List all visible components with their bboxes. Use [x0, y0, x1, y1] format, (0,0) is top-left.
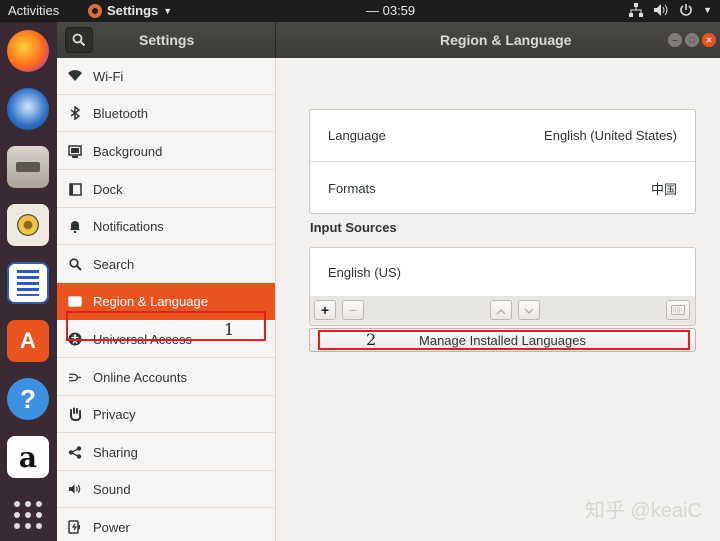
- sidebar-item-label: Search: [93, 256, 135, 272]
- sidebar-item-background[interactable]: Background: [57, 133, 275, 170]
- language-value: English (United States): [544, 128, 677, 143]
- sidebar-item-wifi[interactable]: Wi-Fi: [57, 58, 275, 95]
- flag-icon: [68, 294, 82, 308]
- wifi-icon: [68, 69, 82, 83]
- volume-icon: [654, 4, 668, 16]
- move-up-button[interactable]: [490, 300, 512, 320]
- sidebar-item-label: Region & Language: [93, 293, 208, 309]
- sidebar-item-label: Notifications: [93, 218, 164, 234]
- window-controls: – □ ×: [668, 33, 716, 47]
- sidebar-item-label: Privacy: [93, 406, 136, 422]
- settings-gear-icon: [88, 3, 102, 18]
- formats-label: Formats: [328, 180, 376, 196]
- sidebar-item-label: Background: [93, 143, 163, 159]
- search-icon: [68, 257, 82, 271]
- input-source-item[interactable]: English (US): [310, 248, 695, 296]
- sidebar-item-sharing[interactable]: Sharing: [57, 434, 275, 471]
- clock[interactable]: — 03:59: [366, 3, 415, 18]
- share-icon: [68, 445, 82, 459]
- power-icon: [68, 520, 82, 534]
- sidebar-item-power[interactable]: Power: [57, 509, 275, 541]
- sidebar-item-sound[interactable]: Sound: [57, 471, 275, 508]
- maximize-button[interactable]: □: [685, 33, 699, 47]
- files-icon[interactable]: [7, 146, 49, 188]
- sidebar-item-search[interactable]: Search: [57, 246, 275, 283]
- language-row[interactable]: Language English (United States): [310, 110, 695, 162]
- top-bar: Activities Settings ▼ — 03:59 ▼: [0, 0, 720, 22]
- network-icon: [629, 3, 644, 17]
- sidebar-item-label: Sharing: [93, 444, 138, 460]
- help-icon[interactable]: ?: [7, 378, 49, 420]
- sidebar-item-dock[interactable]: Dock: [57, 171, 275, 208]
- sidebar-item-online-accounts[interactable]: Online Accounts: [57, 359, 275, 396]
- annotation-number-2: 2: [366, 330, 377, 349]
- input-source-label: English (US): [328, 264, 401, 280]
- hand-icon: [68, 407, 82, 421]
- sidebar-item-label: Dock: [93, 181, 123, 197]
- search-button[interactable]: [65, 27, 93, 53]
- input-sources-heading: Input Sources: [310, 220, 397, 235]
- region-list: Language English (United States) Formats…: [309, 109, 696, 214]
- bell-icon: [68, 219, 82, 233]
- search-icon: [72, 33, 86, 47]
- show-applications-icon[interactable]: [7, 494, 49, 536]
- minimize-button[interactable]: –: [668, 33, 682, 47]
- app-menu[interactable]: Settings ▼: [88, 3, 172, 18]
- ubuntu-software-icon[interactable]: A: [7, 320, 49, 362]
- bluetooth-icon: [68, 106, 82, 120]
- keyboard-layout-button[interactable]: [666, 300, 690, 320]
- annotation-box-1: [66, 311, 266, 341]
- system-tray[interactable]: ▼: [629, 3, 712, 17]
- sidebar-item-label: Power: [93, 519, 130, 535]
- sidebar-title: Settings: [139, 32, 195, 48]
- power-icon: [680, 4, 692, 16]
- sidebar-item-privacy[interactable]: Privacy: [57, 396, 275, 433]
- sidebar-item-label: Wi-Fi: [93, 68, 124, 84]
- keyboard-icon: [671, 305, 685, 315]
- remove-input-source-button[interactable]: −: [342, 300, 364, 320]
- online-accounts-icon: [68, 370, 82, 384]
- panel-title: Region & Language: [440, 32, 572, 48]
- header-separator: [275, 22, 276, 58]
- dock: A ? a: [0, 22, 57, 541]
- input-sources-list: English (US): [309, 247, 696, 297]
- rhythmbox-icon[interactable]: [7, 204, 49, 246]
- formats-row[interactable]: Formats 中国: [310, 162, 695, 214]
- firefox-icon[interactable]: [7, 30, 49, 72]
- close-button[interactable]: ×: [702, 33, 716, 47]
- amazon-icon[interactable]: a: [7, 436, 49, 478]
- sidebar-item-label: Sound: [93, 481, 131, 497]
- activities-button[interactable]: Activities: [8, 3, 59, 18]
- sidebar-item-bluetooth[interactable]: Bluetooth: [57, 95, 275, 132]
- region-language-panel: Language English (United States) Formats…: [276, 58, 720, 541]
- app-menu-label: Settings: [107, 3, 159, 18]
- speaker-icon: [68, 482, 82, 496]
- sidebar-item-label: Bluetooth: [93, 105, 148, 121]
- header-bar: Settings Region & Language – □ ×: [57, 22, 720, 58]
- sidebar-item-label: Online Accounts: [93, 369, 187, 385]
- background-icon: [68, 144, 82, 158]
- settings-sidebar: Wi-Fi Bluetooth Background Dock Notifica…: [57, 58, 276, 541]
- language-label: Language: [328, 128, 386, 143]
- input-sources-toolbar: + −: [309, 296, 696, 326]
- formats-value: 中国: [650, 182, 677, 198]
- add-input-source-button[interactable]: +: [314, 300, 336, 320]
- thunderbird-icon[interactable]: [7, 88, 49, 130]
- chevron-down-icon: ▼: [703, 5, 712, 15]
- dock-icon: [68, 182, 82, 196]
- watermark: 知乎 @keaiC: [585, 500, 702, 522]
- settings-window: Settings Region & Language – □ × Wi-Fi B…: [57, 22, 720, 541]
- chevron-up-icon: [496, 308, 506, 315]
- libreoffice-writer-icon[interactable]: [7, 262, 49, 304]
- move-down-button[interactable]: [518, 300, 540, 320]
- chevron-down-icon: [524, 308, 534, 315]
- sidebar-item-notifications[interactable]: Notifications: [57, 208, 275, 245]
- annotation-number-1: 1: [224, 320, 235, 339]
- chevron-down-icon: ▼: [163, 5, 173, 16]
